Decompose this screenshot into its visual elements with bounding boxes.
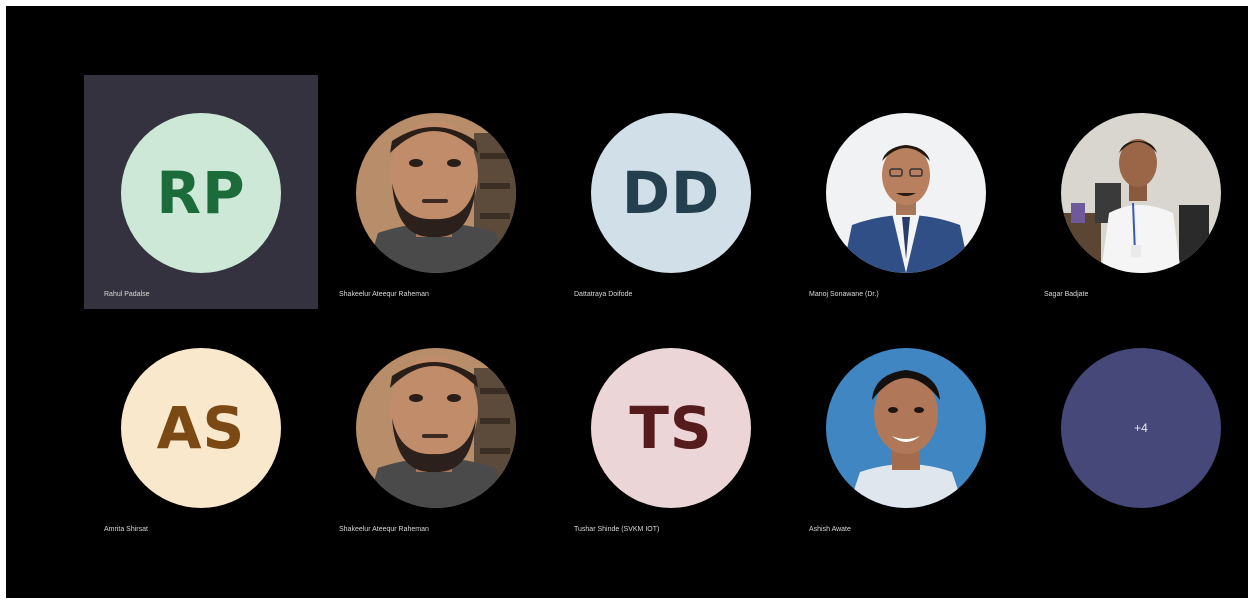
avatar-photo xyxy=(1061,113,1221,273)
participant-name: Dattatraya Doifode xyxy=(574,291,633,298)
avatar-initials: RP xyxy=(156,159,246,227)
avatar-initials: TS xyxy=(629,394,713,462)
participant-name: Amrita Shirsat xyxy=(104,526,148,533)
participant-tile[interactable]: DD Dattatraya Doifode xyxy=(554,75,788,309)
avatar: TS xyxy=(591,348,751,508)
more-participants-button[interactable]: +4 xyxy=(1061,348,1221,508)
participant-name: Ashish Awate xyxy=(809,526,851,533)
avatar-initials: DD xyxy=(621,159,721,227)
man-office-photo-icon xyxy=(1061,113,1221,273)
avatar: AS xyxy=(121,348,281,508)
avatar-photo xyxy=(356,348,516,508)
video-call-gallery: RP Rahul Padalse Shakeelur Ateequr Rahem… xyxy=(6,6,1248,598)
participant-tile[interactable]: Shakeelur Ateequr Raheman xyxy=(319,310,553,544)
avatar-photo xyxy=(826,113,986,273)
man-smiling-photo-icon xyxy=(826,348,986,508)
participant-name: Manoj Sonawane (Dr.) xyxy=(809,291,879,298)
participant-name: Shakeelur Ateequr Raheman xyxy=(339,291,429,298)
man-beard-photo-icon xyxy=(356,113,516,273)
participant-tile[interactable]: Shakeelur Ateequr Raheman xyxy=(319,75,553,309)
avatar: RP xyxy=(121,113,281,273)
man-suit-photo-icon xyxy=(826,113,986,273)
overflow-count: +4 xyxy=(1134,421,1148,435)
participant-tile[interactable]: RP Rahul Padalse xyxy=(84,75,318,309)
avatar: DD xyxy=(591,113,751,273)
participant-name: Tushar Shinde (SVKM IOT) xyxy=(574,526,660,533)
participant-name: Sagar Badjate xyxy=(1044,291,1089,298)
avatar-photo xyxy=(826,348,986,508)
avatar-initials: AS xyxy=(156,394,246,462)
more-participants-tile[interactable]: +4 xyxy=(1024,310,1254,544)
participant-tile[interactable]: TS Tushar Shinde (SVKM IOT) xyxy=(554,310,788,544)
participant-tile[interactable]: Manoj Sonawane (Dr.) xyxy=(789,75,1023,309)
participant-name: Shakeelur Ateequr Raheman xyxy=(339,526,429,533)
avatar-photo xyxy=(356,113,516,273)
man-beard-photo-icon xyxy=(356,348,516,508)
participant-tile[interactable]: AS Amrita Shirsat xyxy=(84,310,318,544)
participant-tile[interactable]: Sagar Badjate xyxy=(1024,75,1254,309)
participant-tile[interactable]: Ashish Awate xyxy=(789,310,1023,544)
participant-name: Rahul Padalse xyxy=(104,291,150,298)
